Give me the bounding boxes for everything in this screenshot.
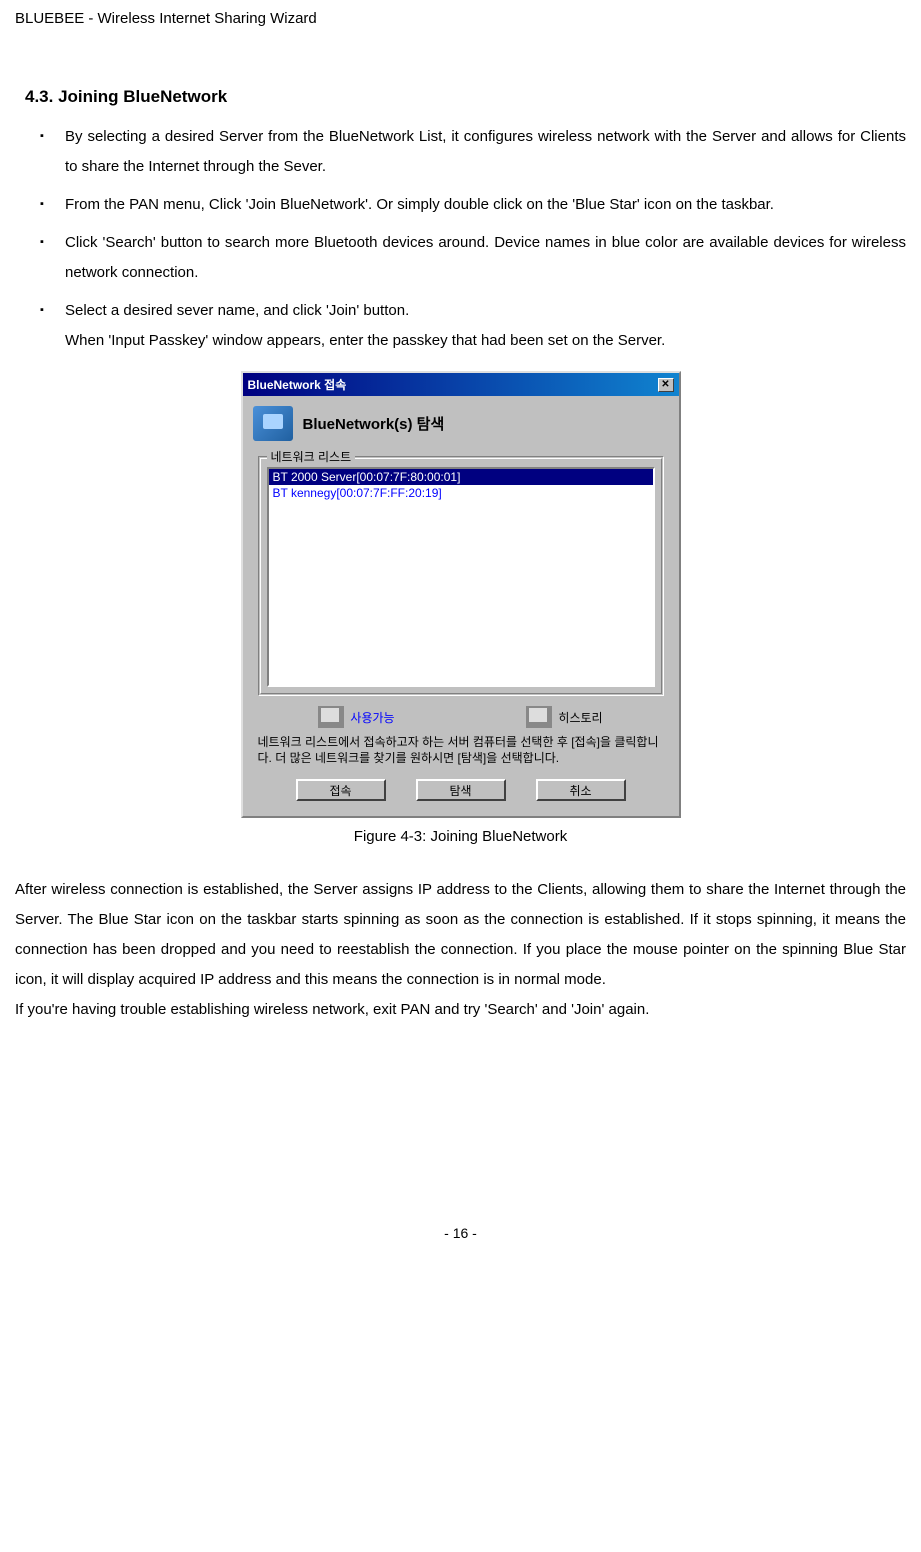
list-item: Click 'Search' button to search more Blu… <box>65 228 906 288</box>
status-label: 사용가능 <box>350 709 394 726</box>
dialog-help-text: 네트워크 리스트에서 접속하고자 하는 서버 컴퓨터를 선택한 후 [접속]을 … <box>243 733 679 774</box>
list-item-text: Click 'Search' button to search more Blu… <box>65 228 906 288</box>
close-button[interactable]: ✕ <box>658 378 674 392</box>
dialog-header: BlueNetwork(s) 탐색 <box>243 396 679 451</box>
list-item-text: From the PAN menu, Click 'Join BlueNetwo… <box>65 190 906 220</box>
status-history: 히스토리 <box>526 706 602 728</box>
cancel-button[interactable]: 취소 <box>536 779 626 801</box>
network-item-selected[interactable]: BT 2000 Server[00:07:7F:80:00:01] <box>269 469 653 485</box>
network-icon <box>253 406 293 441</box>
computer-icon <box>318 706 344 728</box>
search-button[interactable]: 탐색 <box>416 779 506 801</box>
connect-button[interactable]: 접속 <box>296 779 386 801</box>
network-item[interactable]: BT kennegy[00:07:7F:FF:20:19] <box>269 485 653 501</box>
page-number: - 16 - <box>15 1225 906 1241</box>
network-listbox[interactable]: BT 2000 Server[00:07:7F:80:00:01] BT ken… <box>267 467 655 687</box>
list-item: By selecting a desired Server from the B… <box>65 122 906 182</box>
instruction-list: By selecting a desired Server from the B… <box>15 122 906 356</box>
list-item-subtext: When 'Input Passkey' window appears, ent… <box>65 326 906 356</box>
window-title: BlueNetwork 접속 <box>248 376 347 393</box>
body-paragraph: If you're having trouble establishing wi… <box>15 995 906 1025</box>
list-item: Select a desired sever name, and click '… <box>65 296 906 356</box>
button-row: 접속 탐색 취소 <box>243 774 679 816</box>
list-item-text: By selecting a desired Server from the B… <box>65 122 906 182</box>
dialog-window: BlueNetwork 접속 ✕ BlueNetwork(s) 탐색 네트워크 … <box>241 371 681 818</box>
figure-caption: Figure 4-3: Joining BlueNetwork <box>15 828 906 845</box>
close-icon: ✕ <box>661 379 669 390</box>
fieldset-legend: 네트워크 리스트 <box>267 448 356 465</box>
network-list-fieldset: 네트워크 리스트 BT 2000 Server[00:07:7F:80:00:0… <box>258 456 664 696</box>
body-paragraph: After wireless connection is established… <box>15 875 906 995</box>
list-item-text: Select a desired sever name, and click '… <box>65 296 906 326</box>
list-item: From the PAN menu, Click 'Join BlueNetwo… <box>65 190 906 220</box>
status-row: 사용가능 히스토리 <box>243 701 679 733</box>
section-heading: 4.3. Joining BlueNetwork <box>15 87 906 107</box>
document-header: BLUEBEE - Wireless Internet Sharing Wiza… <box>15 10 906 27</box>
status-available: 사용가능 <box>318 706 394 728</box>
window-titlebar: BlueNetwork 접속 ✕ <box>243 373 679 396</box>
status-label: 히스토리 <box>558 709 602 726</box>
screenshot-wrapper: BlueNetwork 접속 ✕ BlueNetwork(s) 탐색 네트워크 … <box>15 371 906 818</box>
computer-icon <box>526 706 552 728</box>
dialog-title: BlueNetwork(s) 탐색 <box>303 413 445 434</box>
